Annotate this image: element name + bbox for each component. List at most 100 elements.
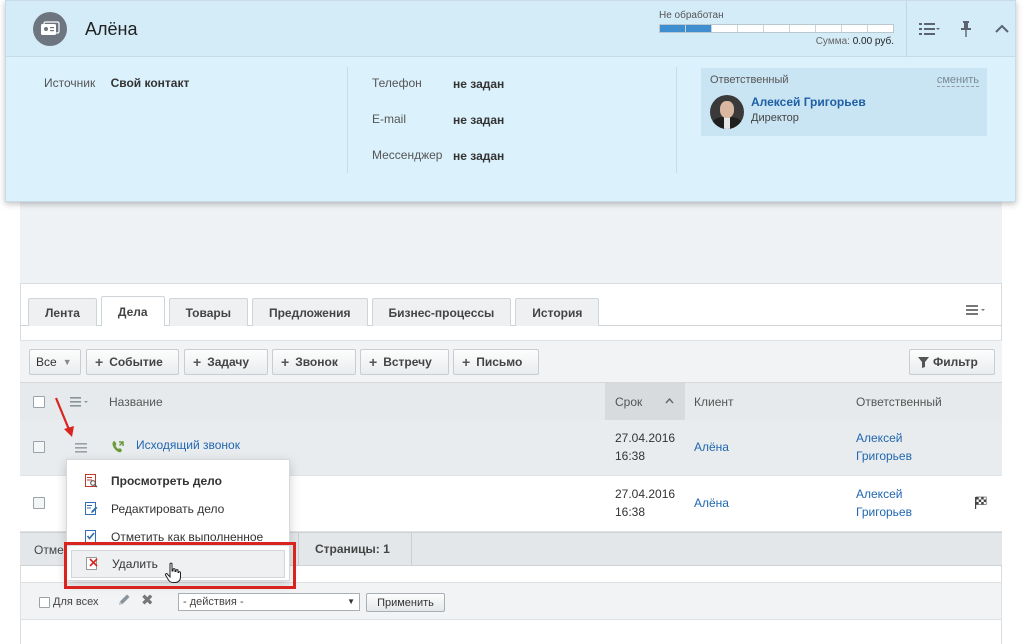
row-checkbox[interactable] — [33, 441, 45, 453]
sum-value: 0.00 руб. — [852, 36, 894, 47]
status-segment[interactable] — [712, 25, 738, 32]
deadline-column-header[interactable]: Срок — [605, 383, 685, 421]
chevron-down-icon: ▼ — [62, 357, 72, 367]
checkered-flag-icon[interactable] — [974, 496, 988, 510]
responsible-column-header[interactable]: Ответственный — [856, 395, 942, 409]
activities-toolbar: Все ▼ + Событие + Задачу + Звонок + Встр… — [20, 340, 1002, 382]
status-segment[interactable] — [686, 25, 712, 32]
status-bar[interactable] — [659, 24, 894, 33]
phone-value[interactable]: не задан — [453, 77, 504, 91]
email-value[interactable]: не задан — [453, 113, 504, 127]
messenger-key: Мессенджер — [372, 148, 443, 162]
deadline-date: 27.04.2016 — [615, 487, 676, 501]
outgoing-call-icon — [112, 441, 124, 453]
menu-item-view-task[interactable]: Просмотреть дело — [67, 467, 289, 495]
add-task-label: Задачу — [207, 355, 250, 369]
client-link[interactable]: Алёна — [694, 496, 729, 510]
edit-task-icon — [85, 502, 98, 515]
add-letter-button[interactable]: + Письмо — [453, 349, 539, 375]
row-menu-icon[interactable] — [75, 443, 87, 453]
filter-all-dropdown[interactable]: Все ▼ — [29, 349, 81, 375]
source-value: Свой контакт — [110, 76, 190, 90]
menu-item-edit-label: Редактировать дело — [111, 502, 225, 516]
email-value-wrap[interactable]: не задан — [453, 113, 504, 127]
phone-value-wrap[interactable]: не задан — [453, 77, 504, 91]
status-segment[interactable] — [738, 25, 764, 32]
tab-0[interactable]: Лента — [28, 298, 97, 326]
tab-5[interactable]: История — [515, 298, 600, 326]
sum-line: Сумма: 0.00 руб. — [659, 36, 894, 47]
responsible-title: Ответственный — [710, 74, 789, 86]
responsible-first-name-link[interactable]: Алексей — [856, 485, 912, 503]
apply-button[interactable]: Применить — [366, 593, 445, 612]
select-all-checkbox[interactable] — [33, 396, 45, 408]
messenger-value[interactable]: не задан — [453, 149, 504, 163]
task-name-link[interactable]: Исходящий звонок — [136, 438, 240, 452]
contact-card-icon — [41, 21, 60, 35]
lead-avatar — [33, 12, 67, 46]
phone-key: Телефон — [372, 76, 422, 90]
tab-3[interactable]: Предложения — [251, 298, 368, 326]
add-event-button[interactable]: + Событие — [86, 349, 179, 375]
phone-field: Телефон — [372, 76, 422, 90]
card-spacer-band — [20, 200, 1002, 284]
messenger-value-wrap[interactable]: не задан — [453, 149, 504, 163]
row-responsible: Алексей Григорьев — [856, 429, 912, 465]
status-segment[interactable] — [842, 25, 868, 32]
row-deadline: 27.04.2016 16:38 — [615, 485, 675, 521]
column-divider — [676, 67, 677, 173]
list-settings-icon[interactable] — [919, 19, 941, 39]
menu-item-mark-complete[interactable]: Отметить как выполненное — [67, 523, 289, 542]
responsible-avatar[interactable] — [710, 95, 744, 129]
responsible-last-name-link[interactable]: Григорьев — [856, 447, 912, 465]
funnel-icon — [918, 356, 929, 368]
add-call-button[interactable]: + Звонок — [272, 349, 356, 375]
deadline-time: 16:38 — [615, 449, 646, 463]
plus-icon: + — [369, 354, 378, 370]
filter-label: Фильтр — [933, 355, 978, 369]
pin-icon[interactable] — [955, 19, 977, 39]
responsible-name-link[interactable]: Алексей Григорьев — [751, 95, 866, 109]
tab-1[interactable]: Дела — [100, 296, 165, 326]
status-segment[interactable] — [816, 25, 842, 32]
tab-4[interactable]: Бизнес-процессы — [371, 298, 512, 326]
row-context-menu: Просмотреть дело Редактировать дело Отме… — [66, 459, 290, 543]
row-client: Алёна — [694, 438, 729, 456]
pencil-icon[interactable] — [117, 593, 131, 607]
tabs-menu-icon[interactable] — [966, 303, 986, 319]
row-deadline: 27.04.2016 16:38 — [615, 429, 675, 465]
actions-select[interactable]: - действия - ▼ — [178, 593, 360, 611]
for-all-checkbox[interactable] — [39, 596, 50, 608]
deadline-time: 16:38 — [615, 505, 646, 519]
add-meeting-button[interactable]: + Встречу — [360, 349, 449, 375]
status-segment[interactable] — [764, 25, 790, 32]
status-progress[interactable]: Не обработан Сумма: 0.00 руб. — [659, 10, 894, 47]
add-meeting-label: Встречу — [383, 355, 432, 369]
responsible-last-name-link[interactable]: Григорьев — [856, 503, 912, 521]
column-divider — [347, 67, 348, 173]
tab-2[interactable]: Товары — [168, 298, 248, 326]
responsible-first-name-link[interactable]: Алексей — [856, 429, 912, 447]
row-checkbox[interactable] — [33, 497, 45, 509]
name-column-header[interactable]: Название — [109, 395, 163, 409]
hand-cursor-icon — [164, 562, 181, 583]
row-responsible: Алексей Григорьев — [856, 485, 912, 521]
filter-button[interactable]: Фильтр — [909, 349, 995, 375]
collapse-chevron-icon[interactable] — [991, 19, 1013, 39]
delete-x-icon[interactable]: ✖ — [141, 591, 154, 609]
filter-all-label: Все — [36, 355, 57, 369]
status-segment[interactable] — [868, 25, 893, 32]
client-link[interactable]: Алёна — [694, 440, 729, 454]
for-all-control[interactable]: Для всех — [39, 596, 98, 608]
status-segment[interactable] — [660, 25, 686, 32]
messenger-field: Мессенджер — [372, 148, 442, 162]
detail-tabs: Лента Дела Товары Предложения Бизнес-процесс… — [28, 296, 600, 326]
sort-asc-icon — [665, 398, 674, 404]
source-key: Источник — [44, 76, 96, 90]
client-column-header[interactable]: Клиент — [694, 395, 734, 409]
add-task-button[interactable]: + Задачу — [184, 349, 268, 375]
lead-card: Алёна Не обработан Сумма: 0.00 руб. Исто… — [5, 0, 1016, 202]
change-responsible-link[interactable]: сменить — [936, 74, 979, 87]
menu-item-edit-task[interactable]: Редактировать дело — [67, 495, 289, 523]
status-segment[interactable] — [790, 25, 816, 32]
